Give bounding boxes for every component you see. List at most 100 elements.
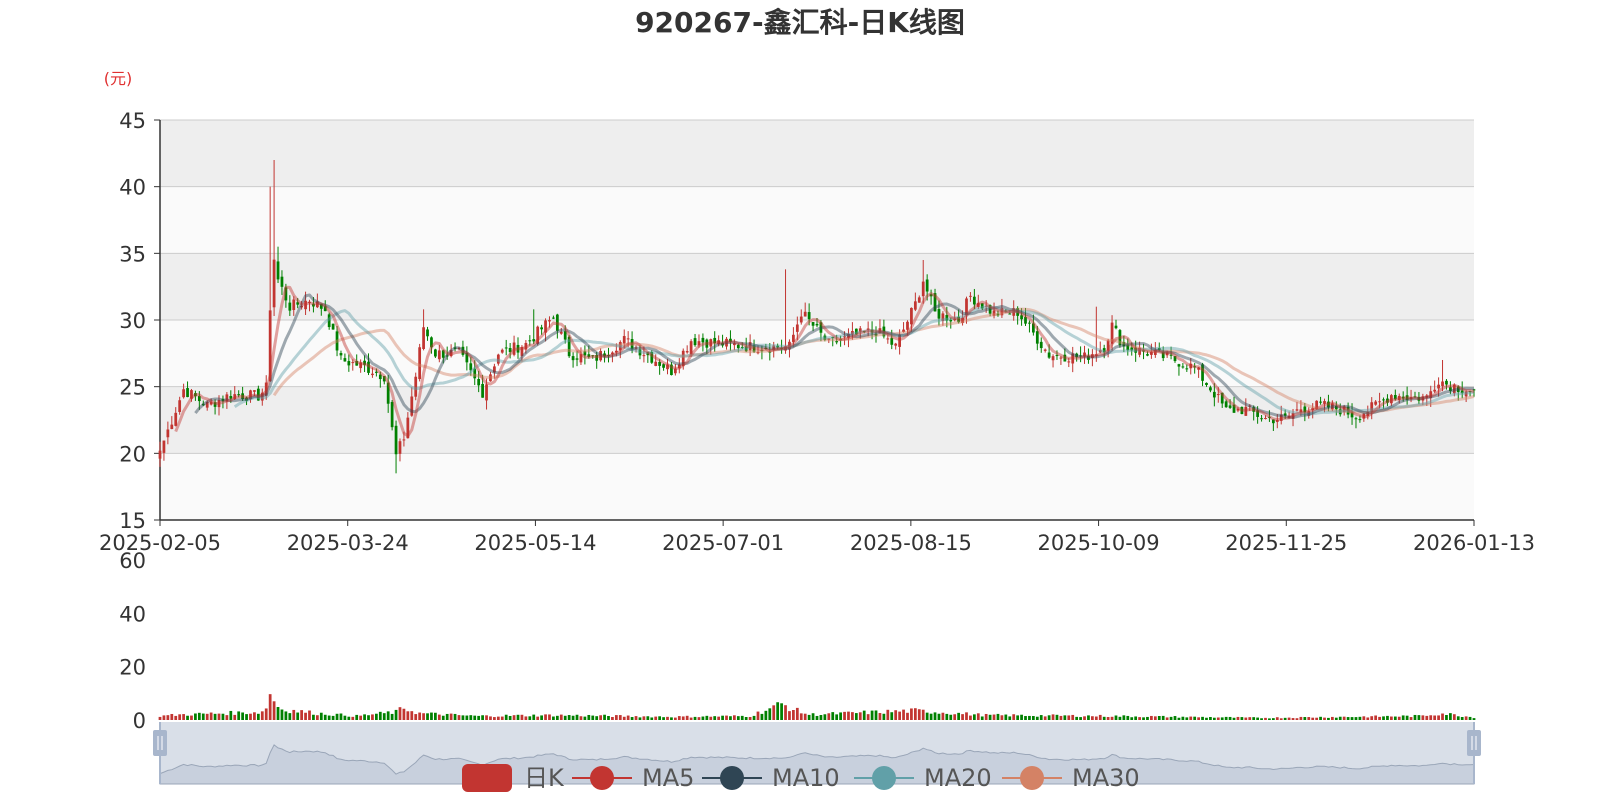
volume-bar bbox=[355, 714, 359, 720]
volume-bar bbox=[980, 716, 984, 720]
volume-bar bbox=[1319, 716, 1322, 720]
kline-chart: 920267-鑫汇科-日K线图 (元) 15 20 25 30 35 40 45 2025-… bbox=[0, 0, 1600, 800]
date-x-axis: 2025-02-05 2025-03-24 2025-05-14 2025-07-01… bbox=[99, 519, 1535, 555]
volume-bar bbox=[1193, 716, 1197, 720]
volume-bar bbox=[1035, 716, 1039, 720]
candle-body bbox=[803, 311, 807, 317]
y-tick-label: 30 bbox=[119, 309, 146, 333]
volume-bar bbox=[1342, 716, 1346, 720]
volume-bar bbox=[689, 717, 693, 720]
candle-body bbox=[894, 343, 898, 346]
x-tick-label: 2025-07-01 bbox=[662, 531, 784, 555]
volume-bar bbox=[744, 717, 748, 720]
volume-bar bbox=[925, 712, 929, 720]
legend-label: MA30 bbox=[1072, 764, 1140, 792]
candle-body bbox=[504, 347, 508, 349]
volume-bar bbox=[225, 715, 229, 720]
volume-bar bbox=[1083, 716, 1086, 720]
volume-bar bbox=[1366, 717, 1370, 720]
candle-body bbox=[347, 361, 351, 366]
y-tick-label: 45 bbox=[119, 109, 146, 133]
volume-bar bbox=[1146, 716, 1149, 720]
volume-bar bbox=[748, 716, 752, 720]
volume-bar bbox=[1153, 716, 1157, 720]
x-tick-label: 2025-05-14 bbox=[474, 531, 596, 555]
volume-bar bbox=[1047, 715, 1051, 720]
legend-dot-icon bbox=[590, 766, 614, 790]
candle-body bbox=[1212, 391, 1216, 398]
volume-bar bbox=[1189, 716, 1193, 720]
volume-bar bbox=[599, 715, 602, 720]
candle-body bbox=[925, 279, 929, 292]
volume-bar bbox=[1417, 715, 1421, 720]
volume-bar bbox=[536, 716, 540, 720]
y-tick-label: 40 bbox=[119, 176, 146, 200]
candle-body bbox=[170, 424, 174, 430]
volume-bar bbox=[835, 714, 839, 720]
candle-body bbox=[426, 329, 429, 337]
volume-bar bbox=[579, 716, 583, 720]
candle-body bbox=[1260, 418, 1263, 420]
volume-bar bbox=[705, 715, 709, 720]
volume-bar bbox=[1216, 717, 1220, 720]
volume-bar bbox=[268, 694, 272, 720]
volume-bar bbox=[917, 709, 921, 720]
candle-body bbox=[1146, 354, 1149, 356]
volume-bar bbox=[1024, 716, 1027, 720]
volume-bar bbox=[1401, 715, 1405, 720]
volume-bar bbox=[292, 709, 296, 720]
volume-bar bbox=[477, 715, 481, 720]
candle-body bbox=[481, 383, 484, 398]
volume-bar bbox=[1338, 716, 1342, 720]
volume-bar bbox=[1354, 717, 1358, 720]
candle-body bbox=[280, 276, 284, 287]
volume-bar bbox=[1382, 716, 1385, 720]
candle-body bbox=[485, 384, 488, 401]
volume-bar bbox=[988, 714, 992, 720]
volume-bar bbox=[890, 712, 894, 720]
x-tick-label: 2025-03-24 bbox=[287, 531, 409, 555]
volume-bar bbox=[910, 708, 913, 720]
volume-bar bbox=[1327, 717, 1330, 720]
slider-right-handle[interactable] bbox=[1467, 730, 1481, 756]
candle-body bbox=[1437, 384, 1440, 389]
volume-bar bbox=[197, 712, 201, 720]
volume-bar bbox=[1429, 715, 1433, 720]
volume-bar bbox=[858, 712, 862, 720]
volume-bar bbox=[1169, 716, 1173, 720]
volume-bar bbox=[729, 716, 732, 720]
volume-bar bbox=[642, 716, 646, 720]
volume-bar bbox=[1425, 715, 1429, 720]
slider-left-handle[interactable] bbox=[153, 730, 167, 756]
candle-body bbox=[437, 350, 441, 360]
volume-bar bbox=[186, 715, 189, 720]
volume-bar bbox=[213, 713, 217, 720]
volume-bar bbox=[1437, 715, 1440, 720]
volume-bar bbox=[1456, 716, 1460, 720]
volume-bar bbox=[256, 713, 260, 720]
chart-legend: 日K MA5 MA10 MA20 MA30 bbox=[462, 764, 1140, 792]
volume-bar bbox=[1130, 717, 1134, 720]
volume-bar bbox=[1059, 715, 1063, 720]
volume-bar bbox=[1209, 717, 1212, 720]
candle-body bbox=[1319, 401, 1322, 403]
volume-bar bbox=[1311, 717, 1315, 720]
candle-body bbox=[910, 307, 913, 325]
volume-bar bbox=[445, 713, 449, 720]
volume-bar bbox=[1067, 715, 1071, 720]
volume-bar bbox=[792, 710, 795, 720]
volume-bar bbox=[386, 711, 390, 720]
volume-bar bbox=[182, 714, 185, 720]
volume-tick-label: 60 bbox=[119, 549, 146, 573]
volume-bar bbox=[1452, 714, 1456, 720]
volume-bar bbox=[170, 713, 174, 720]
volume-bar bbox=[795, 707, 799, 720]
price-unit-label: (元) bbox=[104, 69, 133, 88]
x-tick-label: 2026-01-13 bbox=[1413, 531, 1535, 555]
volume-bar bbox=[681, 716, 685, 720]
volume-bar bbox=[1295, 718, 1299, 720]
volume-bar bbox=[1405, 715, 1409, 720]
candle-body bbox=[1358, 419, 1362, 421]
volume-bar bbox=[178, 714, 182, 720]
candle-body bbox=[1264, 417, 1267, 419]
